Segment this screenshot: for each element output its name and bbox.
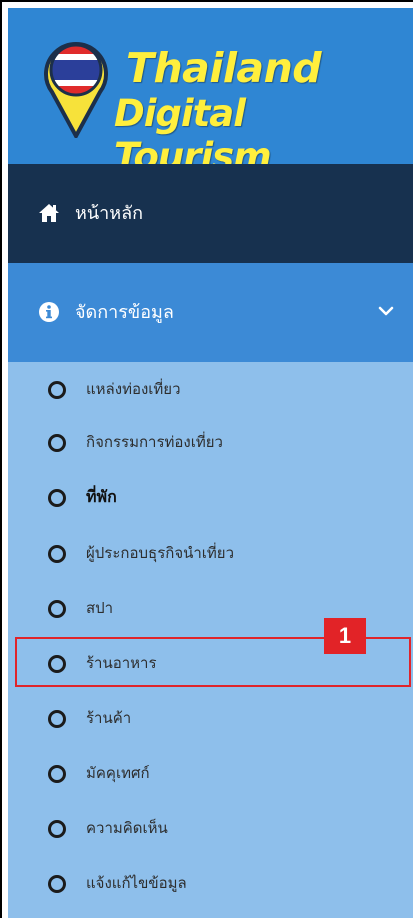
circle-icon	[48, 545, 66, 563]
circle-icon	[48, 875, 66, 893]
submenu-item-label: สปา	[86, 600, 114, 617]
nav-item-manage-data[interactable]: จัดการข้อมูล	[8, 263, 413, 362]
nav-item-home[interactable]: หน้าหลัก	[8, 164, 413, 263]
submenu-item-label: ร้านอาหาร	[86, 655, 157, 672]
circle-icon	[48, 489, 66, 507]
sidebar: Thailand Digital Tourism หน้าหลัก จัดการ…	[8, 8, 413, 918]
circle-icon	[48, 820, 66, 838]
circle-icon	[48, 600, 66, 618]
nav-item-home-label: หน้าหลัก	[75, 203, 144, 223]
circle-icon	[48, 381, 66, 399]
submenu-item-label: ความคิดเห็น	[86, 820, 168, 837]
submenu-item-tourism-activities[interactable]: กิจกรรมการท่องเที่ยว	[8, 425, 413, 465]
submenu-item-label: ที่พัก	[86, 489, 117, 506]
submenu-item-label: แจ้งแก้ไขข้อมูล	[86, 875, 187, 892]
submenu-item-label: ผู้ประกอบธุรกิจนำเที่ยว	[86, 545, 235, 562]
submenu-item-label: กิจกรรมการท่องเที่ยว	[86, 434, 223, 451]
info-icon	[39, 302, 59, 322]
screenshot-border-left	[0, 0, 2, 918]
home-icon	[39, 204, 59, 222]
circle-icon	[48, 655, 66, 673]
submenu-item-label: แหล่งท่องเที่ยว	[86, 381, 181, 398]
submenu-item-label: มัคคุเทศก์	[86, 765, 150, 782]
thai-flag-pin-logo	[44, 42, 108, 138]
submenu-item-label: ร้านค้า	[86, 710, 132, 727]
submenu-item-report-correction[interactable]: แจ้งแก้ไขข้อมูล	[8, 866, 413, 906]
circle-icon	[48, 710, 66, 728]
brand-title-line1: Thailand	[126, 44, 322, 92]
submenu-item-tour-operators[interactable]: ผู้ประกอบธุรกิจนำเที่ยว	[8, 536, 413, 576]
circle-icon	[48, 434, 66, 452]
nav-item-manage-data-label: จัดการข้อมูล	[75, 302, 174, 322]
screenshot-border-top	[0, 0, 413, 2]
submenu-item-feedback[interactable]: ความคิดเห็น	[8, 811, 413, 851]
submenu-item-shops[interactable]: ร้านค้า	[8, 701, 413, 741]
brand-header[interactable]: Thailand Digital Tourism	[8, 8, 413, 178]
submenu-item-attractions[interactable]: แหล่งท่องเที่ยว	[8, 372, 413, 412]
submenu-item-accommodation[interactable]: ที่พัก	[8, 480, 413, 520]
annotation-callout-badge: 1	[324, 618, 366, 654]
chevron-down-icon[interactable]	[378, 305, 394, 317]
submenu-item-tour-guides[interactable]: มัคคุเทศก์	[8, 756, 413, 796]
circle-icon	[48, 765, 66, 783]
